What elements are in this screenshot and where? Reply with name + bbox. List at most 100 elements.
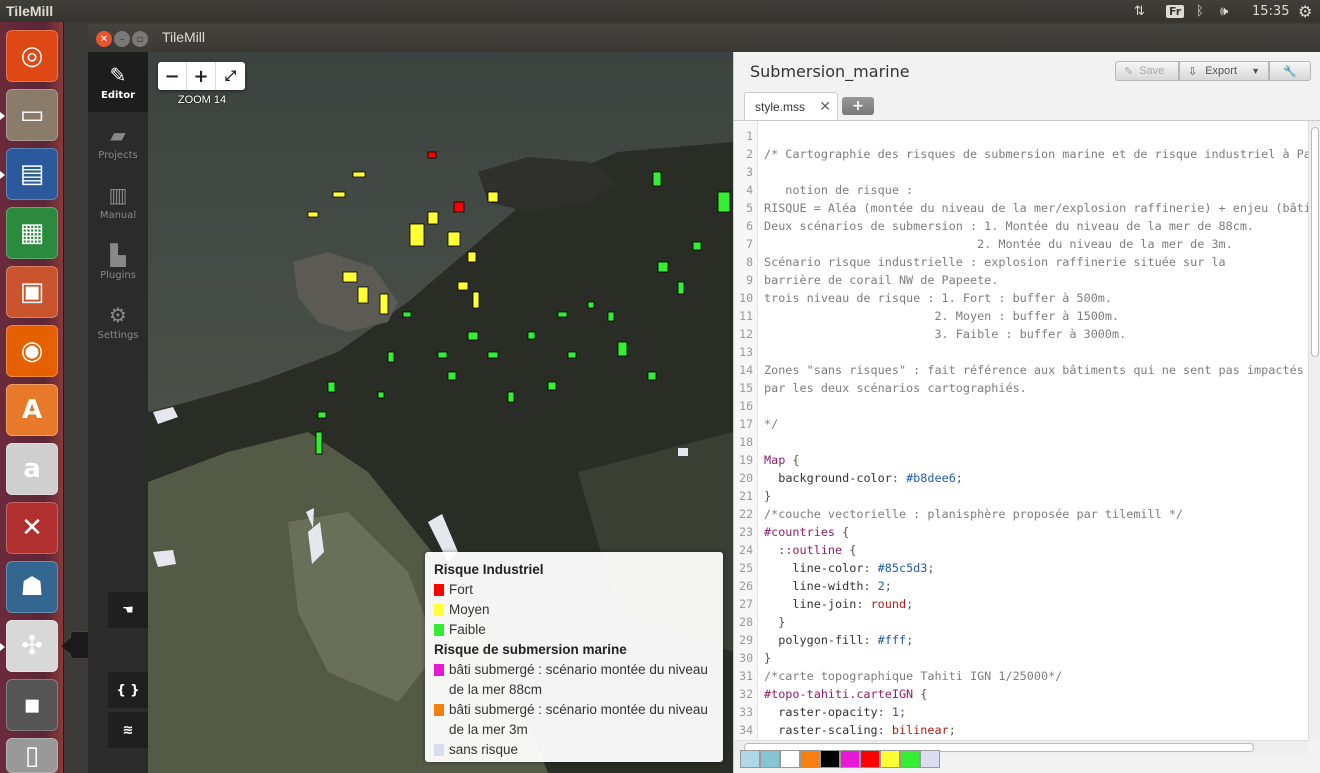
vertical-scrollbar[interactable] [1308, 121, 1320, 740]
tab-style-mss[interactable]: style.mss ✕ [744, 92, 838, 120]
sidebar-item-manual[interactable]: ▥ Manual [88, 172, 148, 232]
clock[interactable]: 15:35 [1252, 0, 1289, 22]
palette-swatch[interactable] [760, 750, 780, 768]
line-number: 6 [746, 219, 753, 233]
close-window-button[interactable]: ✕ [96, 31, 112, 47]
line-number: 27 [739, 597, 753, 611]
code-line: par les deux scénarios cartographiés. [764, 381, 1027, 395]
palette-swatch[interactable] [740, 750, 760, 768]
code-braces-icon[interactable]: { } [108, 672, 148, 708]
window-titlebar: ✕ – ▫ TileMill [88, 24, 1320, 52]
line-number: 1 [746, 129, 753, 143]
network-icon[interactable]: ⇅ [1134, 0, 1145, 22]
export-button[interactable]: ⇩ Export ▼ [1179, 61, 1269, 81]
trash-icon[interactable]: ▯ [6, 738, 58, 773]
pencil-icon: ✎ [1124, 65, 1134, 78]
zoom-level-label: ZOOM 14 [177, 94, 227, 106]
legend-item: bâti submergé : scénario montée du nivea… [434, 700, 714, 740]
code-line: 2. Moyen : buffer à 1500m. [764, 309, 1120, 323]
line-number: 17 [739, 417, 753, 431]
writer-icon[interactable]: ▤ [6, 148, 58, 200]
line-number: 29 [739, 633, 753, 647]
line-number: 12 [739, 327, 753, 341]
legend-swatch [434, 664, 444, 676]
active-app-name: TileMill [6, 3, 54, 19]
line-number: 16 [739, 399, 753, 413]
sidebar-item-label: Plugins [100, 269, 136, 281]
editor-panel: Submersion_marine ✎ Save ⇩ Export ▼ 🔧 style… [733, 52, 1320, 773]
line-number: 24 [739, 543, 753, 557]
sidebar-item-label: Manual [99, 209, 137, 221]
save-button[interactable]: ✎ Save [1115, 61, 1179, 81]
sidebar-item-plugins[interactable]: ▙ Plugins [88, 232, 148, 292]
code-line: #topo-tahiti.carteIGN { [764, 687, 928, 701]
palette-swatch[interactable] [820, 750, 840, 768]
amazon-icon[interactable]: a [6, 443, 58, 495]
code-content[interactable]: /* Cartographie des risques de submersio… [764, 121, 1312, 740]
zoom-in-button[interactable]: + [187, 62, 216, 90]
legend-item: bâti submergé : scénario montée du nivea… [434, 660, 714, 700]
legend-item: sans risque [434, 740, 714, 760]
fullscreen-button[interactable]: ⤢ [216, 62, 245, 90]
line-number: 30 [739, 651, 753, 665]
palette-swatch[interactable] [780, 750, 800, 768]
close-tab-icon[interactable]: ✕ [819, 98, 831, 115]
sidebar-item-editor[interactable]: ✎ Editor [88, 52, 148, 112]
wrench-icon[interactable]: 🔧 [1269, 61, 1311, 81]
palette-swatch[interactable] [860, 750, 880, 768]
add-tab-button[interactable]: + [842, 97, 874, 115]
palette-swatch[interactable] [880, 750, 900, 768]
tilemill-icon[interactable]: ✣ [6, 620, 58, 672]
bluetooth-icon[interactable]: ᛒ [1196, 0, 1204, 22]
palette-swatch[interactable] [900, 750, 920, 768]
line-number: 34 [739, 723, 753, 737]
code-line: /* Cartographie des risques de submersio… [764, 147, 1312, 161]
minimize-window-button[interactable]: – [114, 31, 130, 47]
zoom-controls: − + ⤢ [158, 62, 245, 90]
palette-swatch[interactable] [840, 750, 860, 768]
palette-swatch[interactable] [920, 750, 940, 768]
software-center-icon[interactable]: A [6, 384, 58, 436]
line-number-gutter: 1 2 3 4 5 6 7 8 9 10 11 12 13 14 15 16 17 18 19 20 21 22 23 24 2… [734, 121, 758, 740]
line-number: 13 [739, 345, 753, 359]
tilemill-window: ✕ – ▫ TileMill ✎ Editor ▰ Projects ▥ Man… [88, 24, 1320, 773]
impress-icon[interactable]: ▣ [6, 266, 58, 318]
system-settings-icon[interactable]: ✕ [6, 502, 58, 554]
code-line: Map { [764, 453, 800, 467]
line-number: 10 [739, 291, 753, 305]
line-number: 21 [739, 489, 753, 503]
map-view[interactable]: − + ⤢ ZOOM 14 Risque Industriel Fort Moy… [148, 52, 733, 773]
code-line: 2. Montée du niveau de la mer de 3m. [764, 237, 1233, 251]
legend-item: Moyen [434, 600, 714, 620]
maximize-window-button[interactable]: ▫ [132, 31, 148, 47]
firefox-icon[interactable]: ◉ [6, 325, 58, 377]
postgresql-icon[interactable]: ☗ [6, 561, 58, 613]
legend-item: Fort [434, 580, 714, 600]
layers-icon[interactable]: ≋ [108, 712, 148, 748]
zoom-out-button[interactable]: − [158, 62, 187, 90]
pan-hand-icon[interactable]: ☚ [108, 592, 148, 628]
volume-icon[interactable]: 🕪 [1220, 0, 1228, 22]
line-number: 26 [739, 579, 753, 593]
keyboard-layout-indicator[interactable]: Fr [1166, 4, 1185, 18]
code-line: notion de risque : [764, 183, 914, 197]
line-number: 5 [746, 201, 753, 215]
line-number: 3 [746, 165, 753, 179]
line-number: 33 [739, 705, 753, 719]
sidebar-item-projects[interactable]: ▰ Projects [88, 112, 148, 172]
save-disk-icon[interactable]: ▪ [6, 679, 58, 731]
code-line: /*couche vectorielle : planisphère propo… [764, 507, 1184, 521]
calc-icon[interactable]: ▦ [6, 207, 58, 259]
sidebar-item-label: Projects [98, 149, 138, 161]
code-line: raster-opacity: 1; [778, 705, 907, 719]
code-line: polygon-fill: #fff; [778, 633, 914, 647]
session-gear-icon[interactable]: ⚙ [1298, 0, 1312, 22]
code-line: line-width: 2; [792, 579, 892, 593]
files-icon[interactable]: ▭ [6, 89, 58, 141]
code-editor[interactable]: 1 2 3 4 5 6 7 8 9 10 11 12 13 14 15 16 17 18 19 20 21 22 23 24 2… [734, 120, 1320, 740]
ubuntu-dash-icon[interactable]: ◎ [6, 30, 58, 82]
line-number: 31 [739, 669, 753, 683]
sidebar-item-settings[interactable]: ⚙ Settings [88, 292, 148, 352]
palette-swatch[interactable] [800, 750, 820, 768]
code-line: ::outline { [778, 543, 857, 557]
